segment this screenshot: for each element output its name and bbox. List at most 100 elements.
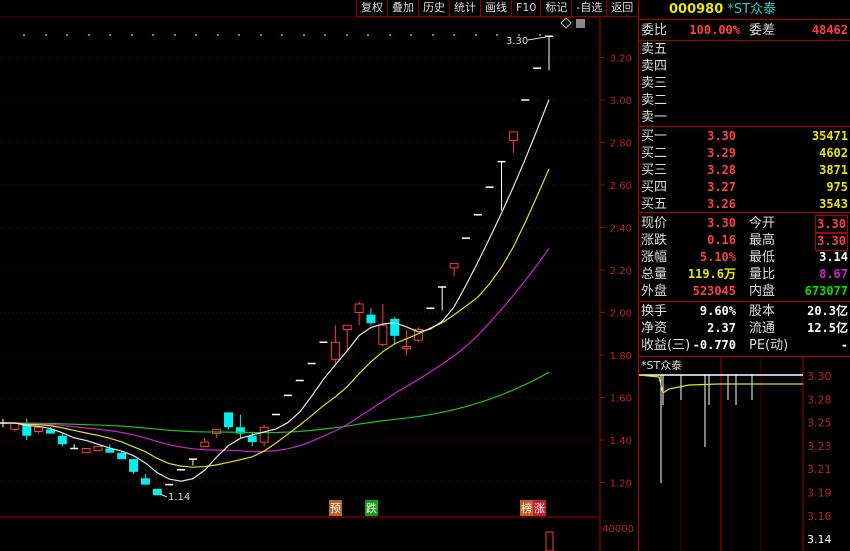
weibi-value: 100.00% (689, 23, 740, 37)
signal-dot (410, 34, 412, 36)
quote-label: 涨跌 (641, 233, 668, 248)
fund-value: 9.60% (699, 304, 736, 318)
fund-row: 换手 9.60% 股本 20.3亿 (641, 303, 848, 320)
signal-dot (152, 34, 154, 36)
quote-label: 现价 (641, 216, 668, 231)
toolbar-button-3[interactable]: 统计 (449, 0, 480, 16)
buy-price: 3.29 (707, 146, 736, 160)
stock-header: 000980 *ST众泰 (669, 1, 848, 18)
volume-tick-label: 40000 (602, 524, 634, 535)
marker-text: 榜 (521, 502, 532, 515)
candle (438, 286, 447, 311)
buy-row: 买二 3.29 4602 (641, 145, 848, 162)
candle (212, 428, 222, 438)
signal-dot (496, 34, 498, 36)
fund-label: 收益(三) (641, 338, 691, 353)
y-tick-label: 1.20 (610, 479, 632, 490)
fund-value2: 12.5亿 (807, 321, 848, 335)
candle (188, 458, 197, 466)
quote-value: 3.30 (707, 216, 736, 230)
volume-bar (545, 531, 554, 551)
signal-dot (23, 34, 25, 36)
y-tick-label: 2.20 (610, 266, 632, 277)
fund-label2: 流通 (749, 321, 776, 336)
signal-dot (109, 34, 111, 36)
fund-row: 收益(三) -0.770 PE(动) - (641, 337, 848, 354)
candle (81, 448, 91, 454)
toolbar-button-7[interactable]: -自选 (571, 0, 606, 16)
fund-value2: - (840, 338, 848, 352)
quote-label2: 最高 (749, 233, 776, 248)
ma5-line (3, 99, 550, 482)
signal-dot (88, 34, 90, 36)
low-annotation: 1.14 (168, 492, 190, 503)
toolbar-button-5[interactable]: F10 (511, 0, 540, 16)
kline-chart[interactable]: 3.20 3.00 2.80 2.60 2.40 2.20 2.00 1.80 1.60 1.40… (0, 0, 638, 551)
candle (70, 444, 79, 450)
signal-dot (432, 34, 434, 36)
toolbar: 复权 叠加 历史 统计 画线 F10 标记 -自选 返回 (356, 0, 638, 17)
candle (93, 445, 103, 452)
sell-row: 卖二 (641, 92, 848, 109)
candle (497, 160, 506, 211)
candle (140, 474, 150, 485)
candle (224, 412, 234, 430)
candle (57, 433, 67, 447)
buy-label: 买四 (641, 180, 668, 195)
fund-label: 净资 (641, 321, 668, 336)
y-tick-label: 1.40 (610, 436, 632, 447)
signal-dot (475, 34, 477, 36)
toolbar-button-2[interactable]: 历史 (418, 0, 449, 16)
y-tick-label: 2.60 (610, 181, 632, 192)
candle (259, 425, 269, 447)
marker-zhang[interactable]: 涨 (533, 500, 546, 516)
y-tick-label: 1.60 (610, 394, 632, 405)
sell-label: 卖四 (641, 59, 668, 74)
marker-bang[interactable]: 榜 (520, 500, 533, 516)
buy-price: 3.30 (707, 129, 736, 143)
buy-volume: 3871 (819, 163, 848, 177)
intraday-axis-label: 3.23 (807, 440, 832, 453)
quote-label: 总量 (641, 267, 668, 282)
toggle-icon[interactable] (576, 19, 585, 28)
sell-row: 卖三 (641, 75, 848, 92)
sell-row: 卖一 (641, 109, 848, 126)
intraday-axis-label: 3.25 (807, 417, 832, 430)
signal-dot (539, 34, 541, 36)
buy-label: 买二 (641, 146, 668, 161)
sell-row: 卖五 (641, 41, 848, 58)
signal-dot (346, 34, 348, 36)
y-tick-label: 3.20 (610, 54, 632, 65)
fund-value2: 20.3亿 (807, 304, 848, 318)
quote-label2: 最低 (749, 250, 776, 265)
weicha-value: 48462 (811, 23, 848, 37)
buy-price: 3.26 (707, 197, 736, 211)
quote-value2: 8.67 (819, 267, 848, 281)
quote-value: 523045 (692, 284, 736, 298)
quote-row: 外盘 523045 内盘 673077 (641, 283, 848, 300)
y-tick-label: 2.00 (610, 309, 632, 320)
candle (390, 316, 400, 345)
buy-price: 3.28 (707, 163, 736, 177)
quote-row: 现价 3.30 今开 3.30 (641, 215, 848, 234)
signal-dot (324, 34, 326, 36)
diamond-icon[interactable] (560, 17, 572, 29)
toolbar-button-1[interactable]: 叠加 (387, 0, 418, 16)
buy-row: 买四 3.27 975 (641, 179, 848, 196)
marker-text: 跌 (366, 502, 377, 515)
toolbar-button-6[interactable]: 标记 (540, 0, 571, 16)
sell-row: 卖四 (641, 58, 848, 75)
intraday-chart[interactable]: 3.30 3.28 3.25 3.23 3.21 3.19 3.16 3.14 (639, 357, 850, 551)
intraday-axis-label: 3.28 (807, 393, 832, 406)
candle (34, 426, 44, 434)
toolbar-button-4[interactable]: 画线 (480, 0, 511, 16)
sell-label: 卖三 (641, 76, 668, 91)
marker-yu[interactable]: 预 (329, 500, 342, 516)
marker-die[interactable]: 跌 (365, 500, 378, 516)
signal-dot (217, 34, 219, 36)
quote-label2: 内盘 (749, 284, 776, 299)
quote-label2: 量比 (749, 267, 776, 282)
signal-dot (66, 34, 68, 36)
toolbar-button-8[interactable]: 返回 (606, 0, 637, 16)
toolbar-button-0[interactable]: 复权 (356, 0, 387, 16)
